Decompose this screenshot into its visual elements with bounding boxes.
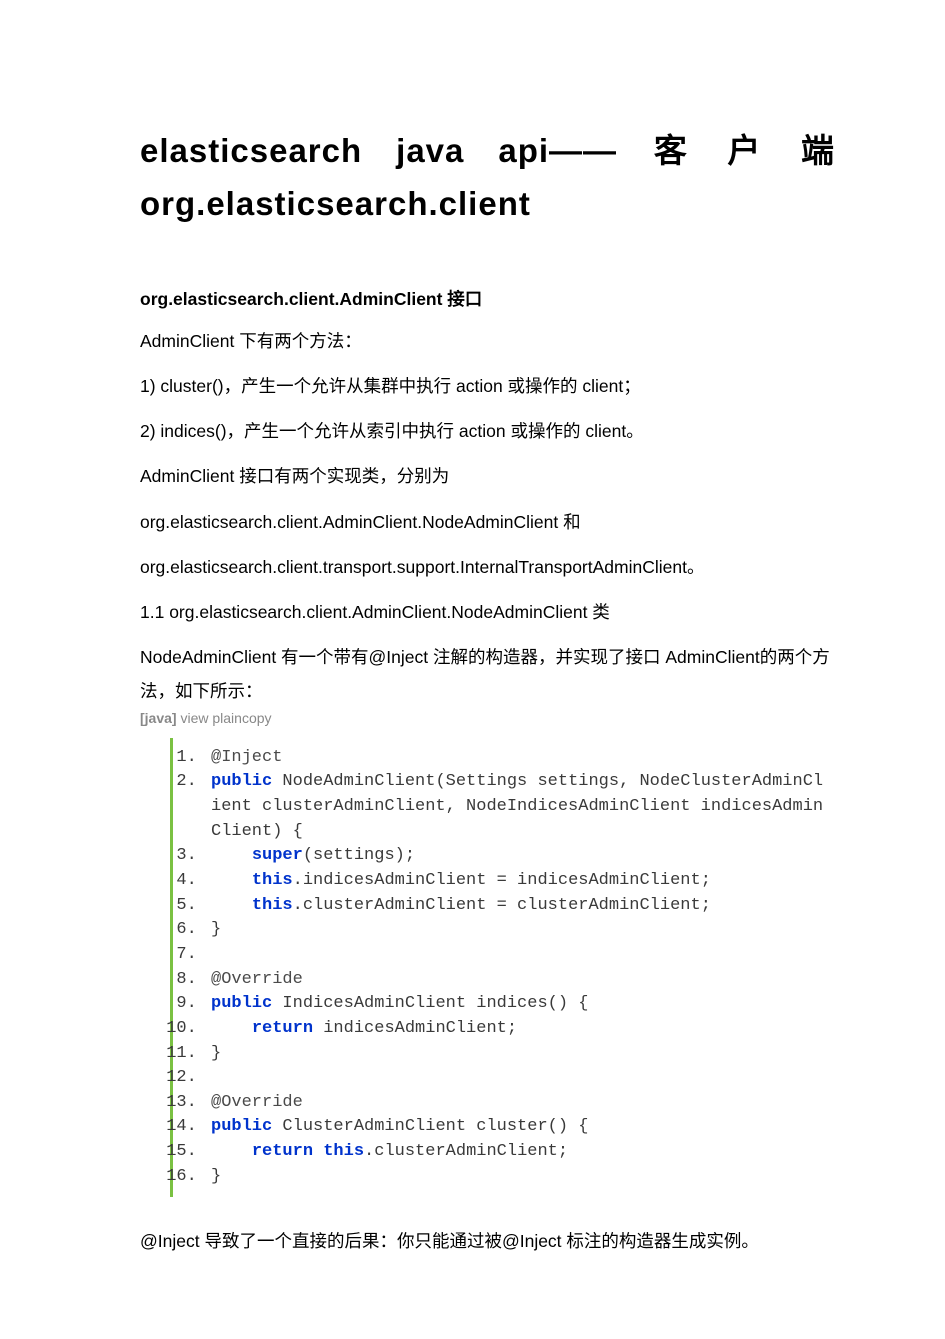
paragraph: 2) indices()，产生一个允许从索引中执行 action 或操作的 cl… [140,415,835,448]
code-meta: [java] view plaincopy [140,710,835,726]
code-line: } [207,1165,830,1190]
title-line-2: org.elasticsearch.client [140,183,835,226]
paragraph: @Inject 导致了一个直接的后果：你只能通过被@Inject 标注的构造器生… [140,1225,835,1258]
paragraph: AdminClient 接口有两个实现类，分别为 [140,460,835,493]
code-line: @Override [207,968,830,993]
code-token: indicesAdminClient; [313,1019,517,1038]
code-token [211,896,252,915]
code-line: super(settings); [207,844,830,869]
paragraph: 1.1 org.elasticsearch.client.AdminClient… [140,596,835,629]
code-actions[interactable]: view plaincopy [177,710,272,726]
code-line: public NodeAdminClient(Settings settings… [207,770,830,844]
code-line: } [207,1042,830,1067]
code-token: .clusterAdminClient = clusterAdminClient… [293,896,711,915]
code-token [211,1019,252,1038]
code-token [211,846,252,865]
code-token [211,945,221,964]
code-token: NodeAdminClient(Settings settings, NodeC… [211,772,823,840]
code-token: @Override [211,1093,303,1112]
code-token: } [211,1167,221,1186]
code-token: @Inject [211,748,282,767]
code-token: } [211,1044,221,1063]
title-line-1: elasticsearch java api—— 客 户 端 [140,120,835,183]
code-line: return this.clusterAdminClient; [207,1140,830,1165]
code-line: public ClusterAdminClient cluster() { [207,1115,830,1140]
code-token: .indicesAdminClient = indicesAdminClient… [293,871,711,890]
code-token: .clusterAdminClient; [364,1142,568,1161]
page-title: elasticsearch java api—— 客 户 端 org.elast… [140,120,835,226]
code-lang-label: [java] [140,710,177,726]
code-line: return indicesAdminClient; [207,1017,830,1042]
code-line: } [207,918,830,943]
code-token: IndicesAdminClient indices() { [272,994,588,1013]
paragraph: AdminClient 下有两个方法： [140,325,835,358]
code-line [207,1066,830,1091]
code-token: } [211,920,221,939]
paragraph: org.elasticsearch.client.transport.suppo… [140,551,835,584]
code-token: public [211,772,272,791]
code-line: this.indicesAdminClient = indicesAdminCl… [207,869,830,894]
section-heading: org.elasticsearch.client.AdminClient 接口 [140,286,835,311]
code-line: @Inject [207,746,830,771]
code-token [313,1142,323,1161]
code-line: @Override [207,1091,830,1116]
paragraph: org.elasticsearch.client.AdminClient.Nod… [140,506,835,539]
code-token: return [252,1142,313,1161]
code-token [211,1142,252,1161]
code-token: return [252,1019,313,1038]
code-token: super [252,846,303,865]
code-token: this [252,896,293,915]
code-line: public IndicesAdminClient indices() { [207,992,830,1017]
code-block: @Inject public NodeAdminClient(Settings s… [170,738,830,1198]
code-token: public [211,1117,272,1136]
code-token [211,1068,221,1087]
paragraph: NodeAdminClient 有一个带有@Inject 注解的构造器，并实现了… [140,641,835,708]
code-token: (settings); [303,846,415,865]
code-line: this.clusterAdminClient = clusterAdminCl… [207,894,830,919]
code-token [211,871,252,890]
code-token: ClusterAdminClient cluster() { [272,1117,588,1136]
code-line [207,943,830,968]
document-page: elasticsearch java api—— 客 户 端 org.elast… [0,0,945,1339]
code-token: public [211,994,272,1013]
code-token: @Override [211,970,303,989]
code-token: this [252,871,293,890]
code-token: this [323,1142,364,1161]
code-ordered-list: @Inject public NodeAdminClient(Settings s… [173,738,830,1198]
paragraph: 1) cluster()，产生一个允许从集群中执行 action 或操作的 cl… [140,370,835,403]
